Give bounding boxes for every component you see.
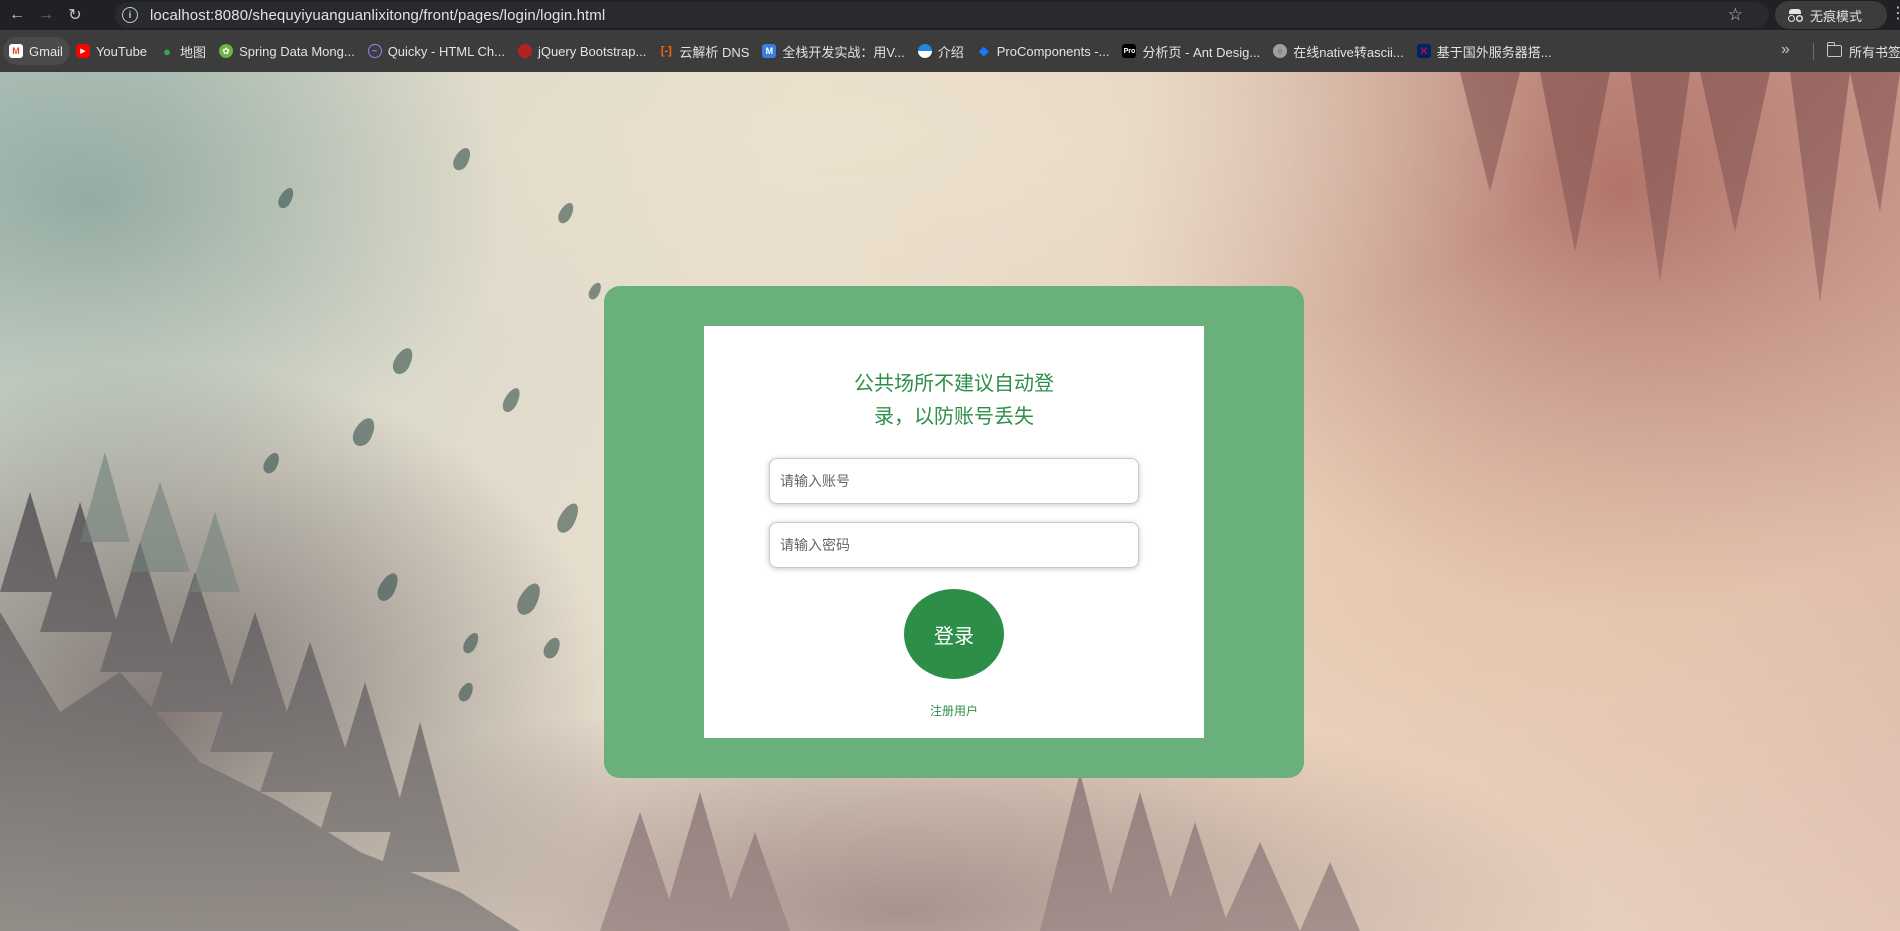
bookmark-star-icon[interactable]: ☆	[1728, 5, 1743, 25]
bookmark-quicky[interactable]: ~ Quicky - HTML Ch...	[362, 37, 512, 65]
login-form: 公共场所不建议自动登录，以防账号丢失 登录 注册用户	[704, 326, 1204, 738]
bookmarks-bar: M Gmail ▶ YouTube ● 地图 ✿ Spring Data Mon…	[0, 30, 1900, 72]
spring-icon: ✿	[219, 44, 234, 58]
jquery-icon	[517, 44, 532, 58]
bookmark-spring[interactable]: ✿ Spring Data Mong...	[213, 37, 362, 65]
browser-toolbar: ← → ↻ i localhost:8080/shequyiyuanguanli…	[0, 0, 1900, 30]
bookmark-label: 分析页 - Ant Desig...	[1142, 44, 1261, 60]
bookmark-label: Quicky - HTML Ch...	[387, 43, 505, 59]
bookmark-gmail[interactable]: M Gmail	[3, 37, 70, 65]
incognito-badge[interactable]: 无痕模式	[1775, 1, 1887, 29]
gmail-icon: M	[9, 44, 23, 58]
flag-icon: ✕	[1416, 44, 1431, 58]
all-bookmarks-folder[interactable]: 所有书签	[1826, 37, 1900, 65]
back-arrow-icon[interactable]: ←	[5, 3, 29, 27]
bookmark-label: 云解析 DNS	[679, 44, 750, 60]
bookmark-youtube[interactable]: ▶ YouTube	[70, 37, 154, 65]
more-bookmarks-icon[interactable]: »	[1781, 41, 1790, 59]
bookmark-fullstack[interactable]: M 全栈开发实战：用V...	[756, 37, 911, 65]
page-viewport: 公共场所不建议自动登录，以防账号丢失 登录 注册用户	[0, 72, 1900, 931]
maps-icon: ●	[163, 43, 171, 59]
procomponents-icon: ◆	[978, 43, 989, 58]
bookmark-native-ascii[interactable]: ○ 在线native转ascii...	[1267, 37, 1411, 65]
bookmark-intro[interactable]: 介绍	[912, 37, 971, 65]
bookmark-label: 介绍	[937, 44, 964, 60]
login-button[interactable]: 登录	[904, 589, 1004, 679]
bookmark-jquery[interactable]: jQuery Bootstrap...	[512, 37, 653, 65]
bookmark-server[interactable]: ✕ 基于国外服务器搭...	[1411, 37, 1559, 65]
bookmark-label: 在线native转ascii...	[1293, 44, 1404, 60]
bookmark-antdesign[interactable]: Pro 分析页 - Ant Desig...	[1116, 37, 1267, 65]
intro-icon	[917, 44, 932, 58]
auto-login-warning: 公共场所不建议自动登录，以防账号丢失	[854, 373, 1054, 428]
folder-icon	[1826, 42, 1842, 57]
bookmark-maps[interactable]: ● 地图	[154, 37, 213, 65]
username-input[interactable]	[769, 458, 1139, 504]
address-bar[interactable]: i localhost:8080/shequyiyuanguanlixitong…	[115, 2, 1769, 28]
all-bookmarks-label: 所有书签	[1849, 44, 1900, 60]
bookmark-label: 基于国外服务器搭...	[1436, 44, 1552, 60]
pro-icon: Pro	[1122, 44, 1137, 58]
bookmark-aliyun-dns[interactable]: [-] 云解析 DNS	[653, 37, 756, 65]
bookmark-label: ProComponents -...	[996, 43, 1110, 59]
youtube-icon: ▶	[75, 44, 90, 58]
bookmarks-divider	[1813, 43, 1814, 60]
bookmark-label: jQuery Bootstrap...	[537, 43, 647, 59]
bookmark-procomponents[interactable]: ◆ ProComponents -...	[971, 37, 1117, 65]
aliyun-icon: [-]	[660, 45, 672, 57]
bookmark-label: 地图	[180, 44, 207, 60]
m-icon: M	[762, 44, 777, 58]
login-card: 公共场所不建议自动登录，以防账号丢失 登录 注册用户	[604, 286, 1304, 778]
register-link[interactable]: 注册用户	[704, 702, 1204, 719]
quicky-icon: ~	[367, 44, 382, 58]
reload-icon[interactable]: ↻	[63, 3, 87, 27]
browser-menu-icon[interactable]: ⋮	[1890, 6, 1900, 22]
site-info-icon[interactable]: i	[122, 7, 138, 23]
incognito-icon	[1787, 9, 1803, 22]
bookmark-label: Gmail	[29, 43, 63, 59]
bookmark-label: YouTube	[95, 43, 148, 59]
globe-icon: ○	[1273, 44, 1288, 58]
password-input[interactable]	[769, 522, 1139, 568]
forward-arrow-icon[interactable]: →	[34, 3, 58, 27]
bookmark-label: Spring Data Mong...	[239, 43, 355, 59]
bookmark-label: 全栈开发实战：用V...	[782, 44, 905, 60]
url-text[interactable]: localhost:8080/shequyiyuanguanlixitong/f…	[150, 7, 605, 24]
incognito-label: 无痕模式	[1810, 8, 1863, 24]
